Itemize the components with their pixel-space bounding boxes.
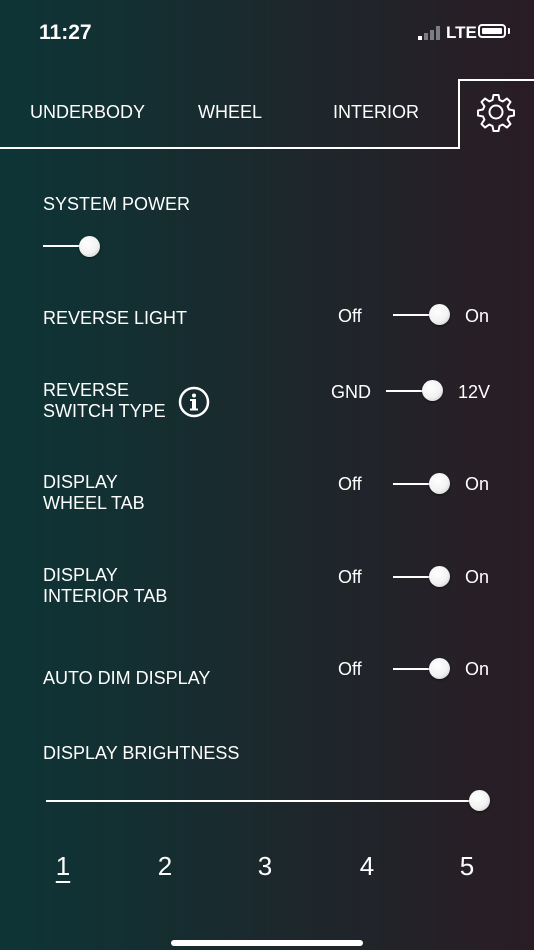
reverse-light-label: REVERSE LIGHT (43, 308, 188, 328)
tab-underbody[interactable]: UNDERBODY (30, 102, 145, 123)
reverse-switch-type-off-label: GND (331, 382, 371, 402)
display-wheel-tab-label-line1: DISPLAY (43, 472, 118, 492)
status-time: 11:27 (39, 21, 92, 44)
reverse-switch-type-on-label: 12V (458, 382, 491, 402)
info-icon[interactable] (178, 386, 210, 418)
page-4[interactable]: 4 (352, 851, 382, 882)
home-indicator[interactable] (171, 940, 363, 946)
tab-interior[interactable]: INTERIOR (333, 102, 419, 123)
signal-strength-icon (418, 26, 442, 40)
auto-dim-display-on-label: On (465, 659, 490, 679)
system-power-label: SYSTEM POWER (43, 194, 191, 214)
display-interior-tab-label-line1: DISPLAY (43, 565, 118, 585)
display-wheel-tab-toggle[interactable] (429, 473, 450, 494)
auto-dim-display-toggle[interactable] (429, 658, 450, 679)
tab-wheel[interactable]: WHEEL (198, 102, 262, 123)
brightness-slider-track[interactable] (46, 800, 480, 802)
reverse-light-toggle[interactable] (429, 304, 450, 325)
gear-icon[interactable] (476, 92, 516, 132)
brightness-slider-thumb[interactable] (468, 790, 490, 811)
display-interior-tab-off-label: Off (338, 567, 362, 587)
page-3[interactable]: 3 (250, 851, 280, 882)
display-wheel-tab-on-label: On (465, 474, 490, 494)
display-wheel-tab-label-line2: WHEEL TAB (43, 493, 145, 513)
display-interior-tab-label-line2: INTERIOR TAB (43, 586, 168, 606)
page-1[interactable]: 1 (48, 851, 78, 882)
reverse-light-on-label: On (465, 306, 490, 326)
reverse-switch-type-label: REVERSE SWITCH TYPE (43, 380, 166, 422)
display-wheel-tab-label: DISPLAY WHEEL TAB (43, 472, 145, 514)
network-type: LTE (446, 23, 477, 42)
reverse-switch-type-toggle[interactable] (422, 380, 443, 401)
auto-dim-display-off-label: Off (338, 659, 362, 679)
reverse-switch-type-label-line2: SWITCH TYPE (43, 401, 166, 421)
display-interior-tab-toggle[interactable] (429, 566, 450, 587)
display-wheel-tab-off-label: Off (338, 474, 362, 494)
auto-dim-display-label: AUTO DIM DISPLAY (43, 668, 211, 688)
tab-bar-divider (0, 147, 459, 149)
battery-tip (508, 28, 510, 34)
reverse-light-off-label: Off (338, 306, 362, 326)
display-interior-tab-on-label: On (465, 567, 490, 587)
reverse-switch-type-label-line1: REVERSE (43, 380, 130, 400)
system-power-toggle[interactable] (79, 236, 100, 257)
page-2[interactable]: 2 (150, 851, 180, 882)
battery-icon (478, 24, 506, 38)
page-5[interactable]: 5 (452, 851, 482, 882)
display-brightness-label: DISPLAY BRIGHTNESS (43, 743, 240, 763)
display-interior-tab-label: DISPLAY INTERIOR TAB (43, 565, 167, 607)
